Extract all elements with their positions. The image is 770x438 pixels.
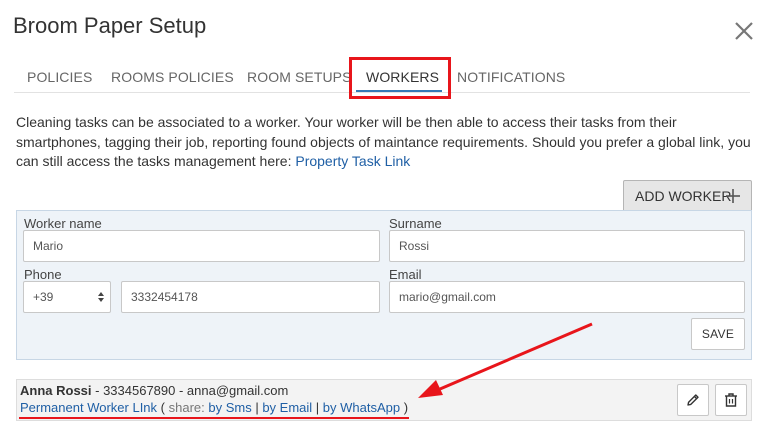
surname-label: Surname xyxy=(389,216,442,231)
tab-notifications[interactable]: NOTIFICATIONS xyxy=(457,69,565,85)
tab-rooms-policies[interactable]: ROOMS POLICIES xyxy=(111,69,234,85)
share-by-whatsapp-link[interactable]: by WhatsApp xyxy=(323,400,400,415)
dialog-title: Broom Paper Setup xyxy=(13,13,207,38)
worker-name-input[interactable]: Mario xyxy=(23,230,380,262)
permanent-worker-link[interactable]: Permanent Worker LInk xyxy=(20,400,157,415)
trash-icon xyxy=(725,393,737,407)
phone-input[interactable]: 3332454178 xyxy=(121,281,380,313)
edit-worker-button[interactable] xyxy=(677,384,709,416)
worker-details: - 3334567890 - anna@gmail.com xyxy=(91,383,289,398)
worker-info: Anna Rossi - 3334567890 - anna@gmail.com xyxy=(20,383,288,398)
phone-prefix-select[interactable]: +39 xyxy=(23,281,111,313)
close-icon[interactable] xyxy=(733,20,755,42)
property-task-link[interactable]: Property Task Link xyxy=(295,153,410,169)
email-input[interactable]: mario@gmail.com xyxy=(389,281,745,313)
description-text: Cleaning tasks can be associated to a wo… xyxy=(16,114,751,169)
save-button[interactable]: SAVE xyxy=(691,318,745,350)
share-by-email-link[interactable]: by Email xyxy=(262,400,312,415)
worker-links: Permanent Worker LInk ( share: by Sms | … xyxy=(20,400,409,415)
phone-label: Phone xyxy=(24,267,62,282)
delete-worker-button[interactable] xyxy=(715,384,747,416)
annotation-underline xyxy=(19,417,409,419)
plus-icon xyxy=(726,189,740,203)
surname-input[interactable]: Rossi xyxy=(389,230,745,262)
highlight-box-workers xyxy=(349,57,451,99)
add-worker-button[interactable]: ADD WORKER xyxy=(623,180,752,212)
worker-name-label: Worker name xyxy=(24,216,102,231)
pencil-icon xyxy=(687,394,699,406)
share-by-sms-link[interactable]: by Sms xyxy=(208,400,251,415)
select-arrows-icon xyxy=(98,292,104,302)
share-label: share: xyxy=(168,400,209,415)
tab-room-setups[interactable]: ROOM SETUPS xyxy=(247,69,352,85)
worker-name: Anna Rossi xyxy=(20,383,92,398)
tab-policies[interactable]: POLICIES xyxy=(27,69,92,85)
email-label: Email xyxy=(389,267,422,282)
